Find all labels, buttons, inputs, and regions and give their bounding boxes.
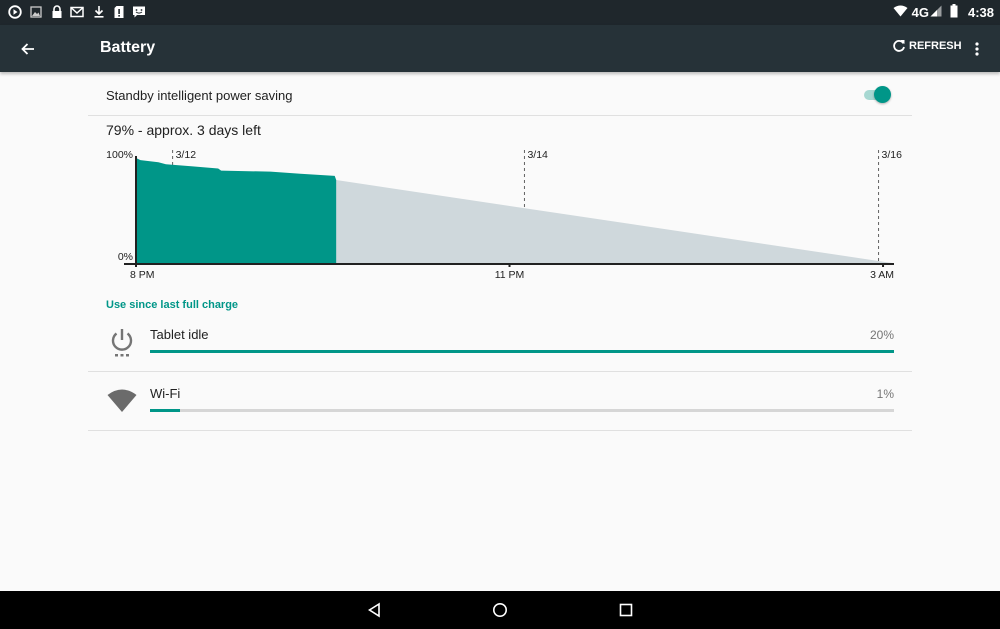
standby-power-saving-row[interactable]: Standby intelligent power saving [88, 72, 912, 116]
x-tick-label: 3 AM [870, 269, 894, 281]
battery-history-area [136, 158, 337, 263]
standby-label: Standby intelligent power saving [106, 88, 293, 103]
nav-home-button[interactable] [489, 599, 511, 621]
nav-recents-button[interactable] [615, 599, 637, 621]
lock-icon [50, 5, 64, 19]
y-label-max: 100% [106, 149, 133, 161]
nav-back-button[interactable] [363, 599, 385, 621]
battery-summary: 79% - approx. 3 days left [106, 122, 261, 138]
arrow-back-icon [21, 43, 34, 55]
home-nav-icon [493, 603, 507, 617]
usage-progress-fill [150, 350, 894, 353]
x-tick-label: 8 PM [130, 269, 155, 281]
battery-projection-area [336, 180, 892, 263]
back-nav-icon [368, 602, 380, 618]
page-title: Battery [100, 39, 156, 56]
status-bar: 4G 4:38 [0, 0, 1000, 25]
cellular-signal-icon [930, 5, 942, 20]
usage-section-header: Use since last full charge [106, 299, 239, 311]
battery-icon [950, 4, 958, 21]
gmail-icon [70, 5, 84, 19]
image-icon [29, 5, 43, 19]
refresh-label: REFRESH [909, 40, 962, 52]
back-button[interactable] [14, 35, 42, 63]
more-vert-icon [975, 42, 979, 56]
usage-item-name: Tablet idle [150, 327, 209, 342]
battery-chart-svg: 3/12 3/14 3/16 100% 0% 8 PM 11 PM 3 AM [106, 149, 903, 281]
clock: 4:38 [967, 5, 994, 20]
status-right: 4G 4:38 [893, 0, 994, 25]
usage-progress-bar [150, 350, 894, 353]
toggle-thumb [874, 86, 891, 103]
download-icon [92, 5, 106, 19]
navigation-bar [0, 591, 1000, 629]
play-circle-icon [8, 5, 22, 19]
usage-progress-bar [150, 409, 894, 412]
wifi-icon [106, 384, 138, 416]
usage-item-percent: 1% [876, 387, 894, 401]
standby-toggle[interactable] [864, 86, 892, 104]
x-tick-label: 11 PM [495, 269, 525, 281]
chat-icon [132, 5, 146, 19]
more-options-button[interactable] [968, 37, 986, 61]
power-icon [106, 327, 138, 359]
date-marker-label: 3/12 [176, 149, 197, 161]
refresh-icon [893, 40, 905, 52]
wifi-icon [893, 5, 908, 20]
sim-alert-icon [112, 5, 126, 19]
app-bar: Battery REFRESH [0, 25, 1000, 72]
y-label-min: 0% [118, 251, 133, 263]
usage-item-wifi[interactable]: Wi-Fi 1% [88, 372, 912, 431]
refresh-button[interactable]: REFRESH [892, 39, 962, 53]
usage-item-percent: 20% [869, 328, 894, 342]
battery-chart: 3/12 3/14 3/16 100% 0% 8 PM 11 PM 3 AM [88, 146, 912, 286]
usage-item-tablet-idle[interactable]: Tablet idle 20% [88, 313, 912, 372]
usage-item-name: Wi-Fi [150, 386, 181, 401]
date-marker-label: 3/14 [527, 149, 548, 161]
network-type: 4G [911, 5, 929, 20]
usage-progress-fill [150, 409, 180, 412]
date-marker-label: 3/16 [882, 149, 903, 161]
recents-nav-icon [619, 603, 633, 617]
